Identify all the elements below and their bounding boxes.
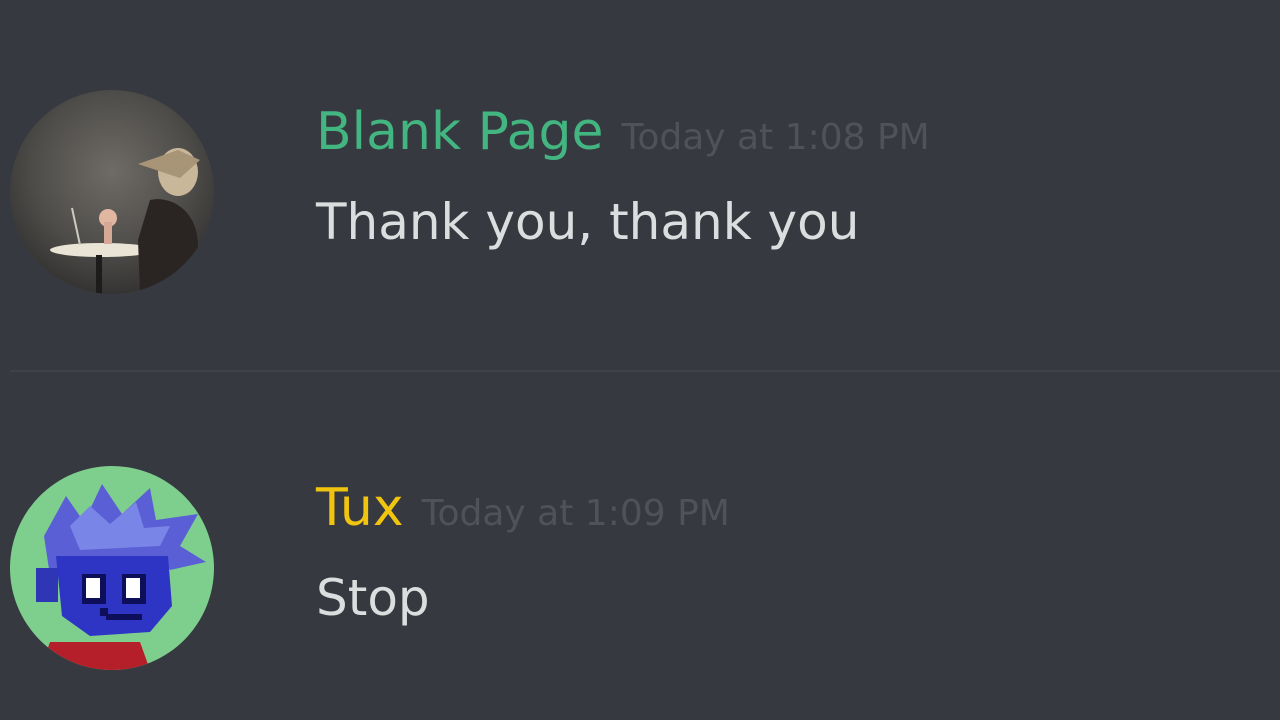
photo-avatar-icon (10, 90, 214, 294)
pixel-character-avatar-icon (10, 466, 214, 670)
timestamp: Today at 1:09 PM (421, 493, 730, 534)
username[interactable]: Blank Page (316, 102, 603, 162)
chat-area: Blank Page Today at 1:08 PM Thank you, th… (0, 0, 1280, 720)
message-text: Stop (316, 569, 430, 627)
message-header: Blank Page Today at 1:08 PM (316, 102, 930, 168)
message-header: Tux Today at 1:09 PM (316, 478, 730, 544)
username[interactable]: Tux (316, 478, 404, 538)
timestamp: Today at 1:08 PM (621, 117, 930, 158)
message-text: Thank you, thank you (316, 193, 860, 251)
user-avatar[interactable] (10, 90, 214, 294)
message-divider (10, 370, 1280, 372)
user-avatar[interactable] (10, 466, 214, 670)
